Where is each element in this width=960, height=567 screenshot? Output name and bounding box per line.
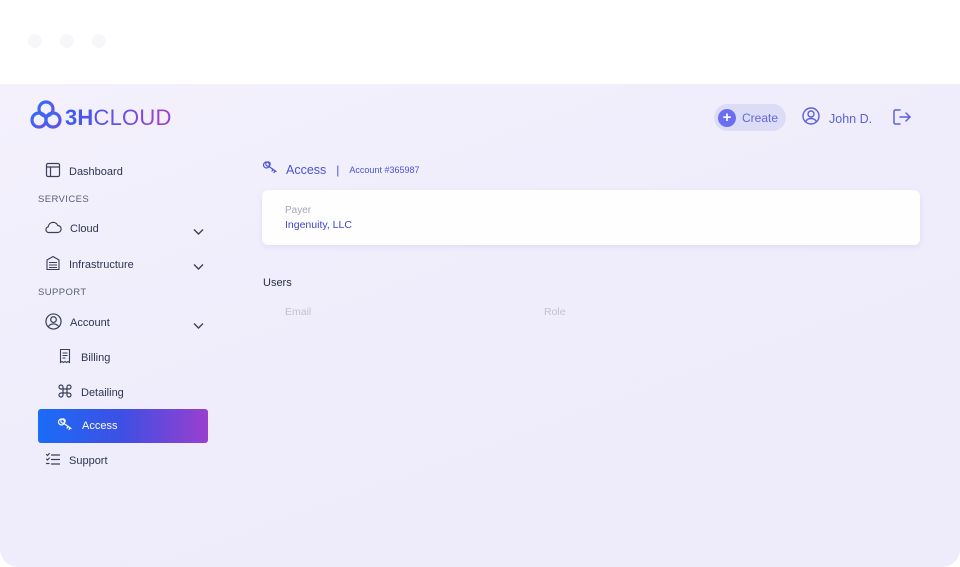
users-section-title: Users (263, 277, 292, 289)
payer-value: Ingenuity, LLC (285, 219, 352, 231)
sidebar-item-label: Account (70, 317, 110, 329)
create-button-label: Create (742, 110, 779, 125)
sidebar-item-billing[interactable]: Billing (57, 348, 110, 367)
keys-icon (57, 417, 74, 435)
cloud-icon (45, 220, 62, 237)
payer-label: Payer (285, 205, 312, 216)
window-close-dot[interactable] (28, 34, 42, 48)
sidebar-item-label: Infrastructure (69, 258, 134, 271)
sidebar-item-label: Cloud (70, 222, 99, 235)
user-menu[interactable]: John D. (802, 107, 872, 130)
command-icon (57, 383, 73, 402)
window-maximize-dot[interactable] (92, 34, 106, 48)
sidebar-item-label: Support (69, 454, 108, 467)
logout-button[interactable] (892, 108, 912, 131)
brand-name: 3HCLOUD (65, 104, 172, 130)
app-window: 3HCLOUD + Create John D. Dashboard SERVI… (0, 84, 960, 567)
brand-logo[interactable]: 3HCLOUD (30, 99, 172, 136)
account-number: Account #365987 (349, 165, 420, 175)
payer-card: Payer Ingenuity, LLC (262, 190, 920, 245)
user-circle-icon (802, 107, 820, 130)
section-label-support: SUPPORT (38, 287, 87, 298)
chevron-down-icon[interactable] (193, 223, 204, 241)
section-label-services: SERVICES (38, 194, 90, 205)
window-controls (28, 34, 106, 48)
sidebar-item-dashboard[interactable]: Dashboard (45, 162, 123, 181)
sidebar-item-cloud[interactable]: Cloud (45, 220, 99, 237)
user-name: John D. (829, 111, 873, 126)
sidebar-item-detailing[interactable]: Detailing (57, 383, 124, 402)
user-circle-icon (45, 313, 62, 333)
column-header-role[interactable]: Role (544, 306, 566, 318)
column-header-email[interactable]: Email (285, 306, 311, 318)
receipt-icon (57, 348, 73, 367)
sidebar-item-access[interactable]: Access (38, 409, 208, 443)
cloud-knot-icon (30, 99, 62, 136)
create-button[interactable]: + Create (714, 104, 786, 131)
logout-icon (892, 109, 912, 130)
layout-icon (45, 162, 61, 181)
page-title: Access (286, 163, 327, 177)
server-icon (45, 255, 61, 274)
list-icon (45, 452, 61, 469)
keys-icon (262, 160, 279, 180)
sidebar-item-label: Billing (81, 351, 111, 364)
page-header: Access | Account #365987 (262, 160, 419, 180)
plus-icon: + (718, 108, 736, 127)
title-separator: | (336, 163, 340, 177)
sidebar-item-account[interactable]: Account (45, 313, 110, 333)
sidebar-item-label: Detailing (81, 386, 124, 399)
chevron-down-icon[interactable] (193, 258, 204, 276)
window-top-bar (0, 0, 960, 84)
chevron-down-icon[interactable] (193, 317, 204, 335)
sidebar-item-support[interactable]: Support (45, 452, 108, 469)
window-minimize-dot[interactable] (60, 34, 74, 48)
sidebar-item-label: Dashboard (69, 165, 123, 178)
sidebar-item-label: Access (82, 420, 118, 432)
sidebar-item-infrastructure[interactable]: Infrastructure (45, 255, 134, 274)
